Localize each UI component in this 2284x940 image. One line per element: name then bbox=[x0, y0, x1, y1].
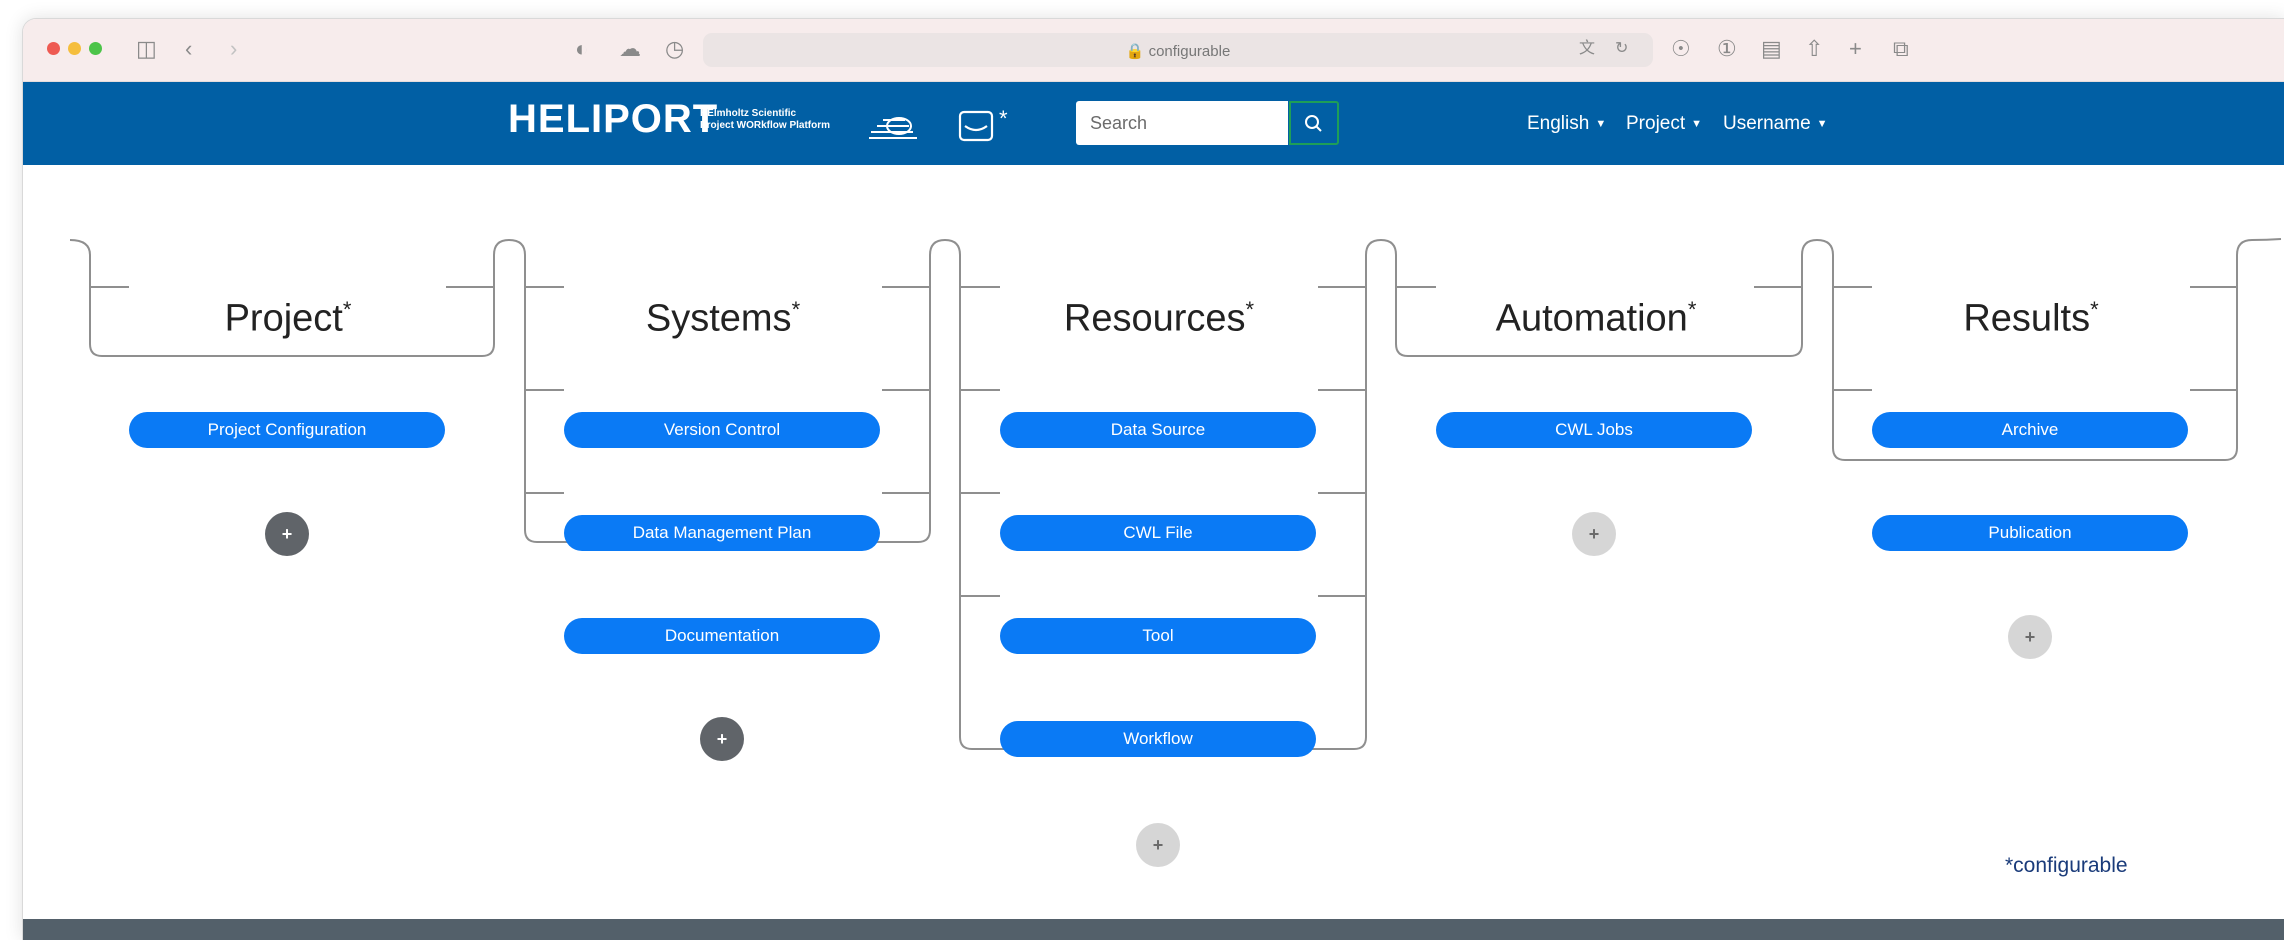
add-resources-item-button[interactable]: + bbox=[1136, 823, 1180, 867]
publication-button[interactable]: Publication bbox=[1872, 515, 2188, 551]
column-title-results: Results* bbox=[1963, 297, 2099, 340]
add-project-item-button[interactable]: + bbox=[265, 512, 309, 556]
tool-button[interactable]: Tool bbox=[1000, 618, 1316, 654]
workflow-button[interactable]: Workflow bbox=[1000, 721, 1316, 757]
add-systems-item-button[interactable]: + bbox=[700, 717, 744, 761]
workflow-connectors bbox=[69, 238, 2282, 750]
add-results-item-button[interactable]: + bbox=[2008, 615, 2052, 659]
documentation-button[interactable]: Documentation bbox=[564, 618, 880, 654]
page-footer bbox=[23, 919, 2284, 940]
version-control-button[interactable]: Version Control bbox=[564, 412, 880, 448]
data-management-plan-button[interactable]: Data Management Plan bbox=[564, 515, 880, 551]
column-title-project: Project* bbox=[224, 297, 352, 340]
add-automation-item-button[interactable]: + bbox=[1572, 512, 1616, 556]
archive-button[interactable]: Archive bbox=[1872, 412, 2188, 448]
column-title-automation: Automation* bbox=[1495, 297, 1697, 340]
cwl-jobs-button[interactable]: CWL Jobs bbox=[1436, 412, 1752, 448]
column-title-resources: Resources* bbox=[1063, 297, 1255, 340]
cwl-file-button[interactable]: CWL File bbox=[1000, 515, 1316, 551]
browser-window: ◫ ‹ › ◐ ☁ ◷ 🔒 configurable 文 ↻ ☉ ① ▤ ⇧ +… bbox=[22, 18, 2284, 940]
column-title-systems: Systems* bbox=[645, 297, 801, 340]
configurable-footnote: *configurable bbox=[2005, 854, 2128, 877]
project-configuration-button[interactable]: Project Configuration bbox=[129, 412, 445, 448]
data-source-button[interactable]: Data Source bbox=[1000, 412, 1316, 448]
